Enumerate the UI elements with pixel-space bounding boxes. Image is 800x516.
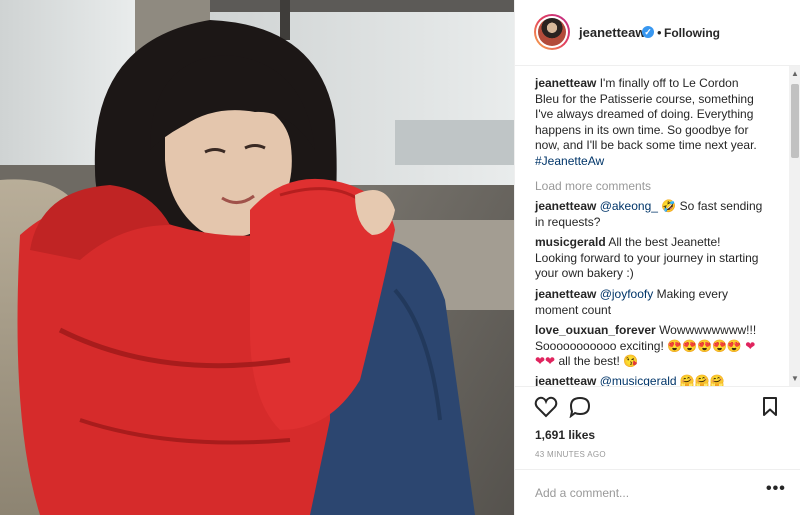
post-photo[interactable] — [0, 0, 514, 515]
kiss-emoji: 😘 — [623, 354, 639, 369]
post-header: jeanetteaw ✓ • Following — [515, 0, 800, 66]
avatar-image — [538, 18, 566, 46]
load-more-comments-link[interactable]: Load more comments — [535, 179, 651, 193]
scrollbar-thumb[interactable] — [791, 84, 799, 158]
avatar-ring — [536, 16, 568, 48]
hug-emojis: 🤗🤗🤗 — [679, 374, 725, 386]
caption-hashtag[interactable]: #JeanetteAw — [535, 154, 604, 168]
comment-text-2: all the best! — [558, 354, 620, 369]
comment-username[interactable]: musicgerald — [535, 235, 606, 249]
comment-mention[interactable]: @akeong_ — [600, 199, 658, 213]
comments-scrollbar[interactable]: ▲ ▼ — [789, 66, 800, 386]
likes-count[interactable]: 1,691 likes — [535, 428, 595, 442]
add-comment-input[interactable]: Add a comment... — [535, 486, 629, 500]
comment-item: jeanetteaw @musicgerald 🤗🤗🤗 — [535, 374, 765, 386]
user-avatar[interactable] — [534, 14, 570, 50]
comment-bubble-icon[interactable] — [568, 396, 592, 418]
comment-item: love_ouxuan_forever Wowwwwwwww!!! Sooooo… — [535, 323, 765, 370]
comment-username[interactable]: love_ouxuan_forever — [535, 323, 656, 337]
comment-username[interactable]: jeanetteaw — [535, 374, 596, 386]
comments-list[interactable]: jeanetteaw I'm finally off to Le Cordon … — [515, 66, 800, 386]
post-timestamp[interactable]: 43 MINUTES AGO — [535, 450, 606, 459]
follow-separator: • — [657, 25, 662, 40]
bookmark-icon[interactable] — [761, 396, 779, 418]
post-side-panel: jeanetteaw ✓ • Following jeanetteaw I'm … — [514, 0, 800, 515]
comment-username[interactable]: jeanetteaw — [535, 287, 596, 301]
add-comment-bar: Add a comment... ••• — [515, 469, 800, 516]
rofl-emoji: 🤣 — [661, 199, 677, 213]
comment-mention[interactable]: @joyfoofy — [600, 287, 654, 301]
more-options-icon[interactable]: ••• — [766, 480, 786, 498]
comment-username[interactable]: jeanetteaw — [535, 199, 596, 213]
following-button[interactable]: Following — [664, 26, 720, 40]
action-bar — [515, 386, 800, 427]
heart-eyes-emojis: 😍😍😍😍😍 — [667, 338, 742, 353]
scroll-up-arrow-icon[interactable]: ▲ — [791, 69, 799, 78]
comment-mention[interactable]: @musicgerald — [600, 374, 677, 386]
heart-outline-icon[interactable] — [534, 396, 558, 418]
photo-illustration — [0, 0, 514, 515]
comment-item: jeanetteaw @akeong_ 🤣 So fast sending in… — [535, 199, 765, 230]
header-username[interactable]: jeanetteaw — [579, 25, 645, 40]
caption: jeanetteaw I'm finally off to Le Cordon … — [535, 76, 765, 170]
verified-badge-icon: ✓ — [642, 26, 654, 38]
comment-item: jeanetteaw @joyfoofy Making every moment… — [535, 287, 765, 318]
caption-username[interactable]: jeanetteaw — [535, 76, 596, 90]
comment-item: musicgerald All the best Jeanette! Looki… — [535, 235, 765, 282]
scroll-down-arrow-icon[interactable]: ▼ — [791, 374, 799, 383]
